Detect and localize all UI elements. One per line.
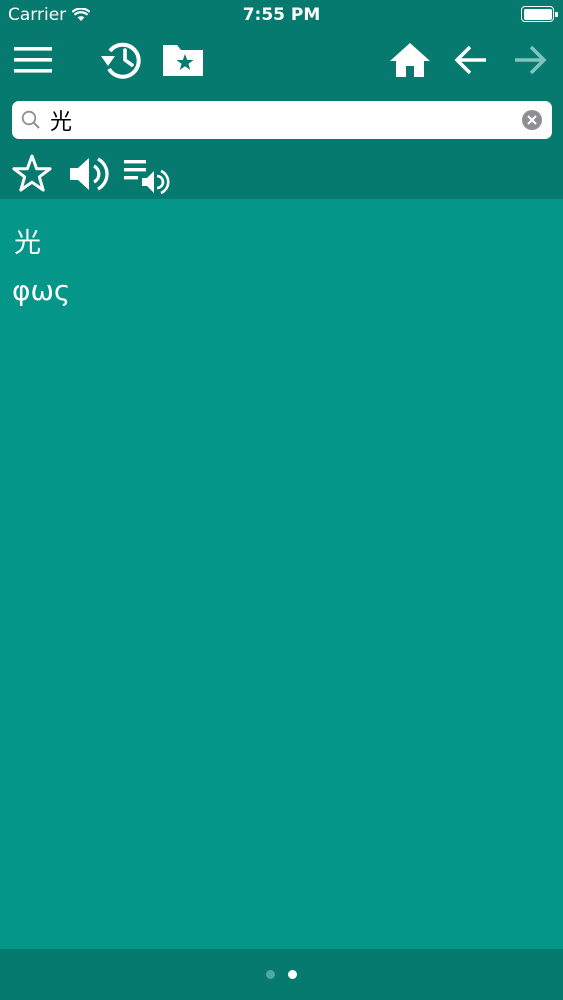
entry-actions bbox=[0, 152, 563, 196]
back-button[interactable] bbox=[449, 36, 493, 84]
entry-word: 光 bbox=[14, 228, 41, 259]
search-input[interactable] bbox=[50, 101, 520, 139]
search-bar bbox=[12, 101, 552, 139]
history-icon bbox=[101, 42, 141, 79]
page-dot-1[interactable] bbox=[266, 970, 275, 979]
close-icon bbox=[527, 115, 537, 125]
forward-button[interactable] bbox=[508, 36, 552, 84]
entry-translation: φως bbox=[12, 274, 71, 307]
navigation-toolbar bbox=[0, 36, 563, 84]
status-time: 7:55 PM bbox=[242, 5, 321, 25]
speaker-icon bbox=[70, 157, 109, 191]
forward-arrow-icon bbox=[515, 45, 547, 75]
home-button[interactable] bbox=[386, 36, 434, 84]
history-button[interactable] bbox=[98, 36, 146, 84]
search-icon bbox=[21, 110, 40, 129]
playlist-speaker-icon bbox=[124, 160, 170, 194]
page-footer bbox=[0, 949, 563, 1000]
home-icon bbox=[390, 43, 430, 77]
top-bar: Carrier 7:55 PM bbox=[0, 0, 563, 199]
pronounce-button[interactable] bbox=[68, 152, 112, 196]
favorites-folder-icon bbox=[163, 45, 203, 76]
menu-button[interactable] bbox=[10, 36, 56, 84]
star-icon bbox=[12, 154, 52, 192]
page-dot-2-current[interactable] bbox=[288, 970, 297, 979]
favorite-button[interactable] bbox=[10, 152, 54, 196]
battery-icon bbox=[521, 6, 558, 22]
clear-search-button[interactable] bbox=[522, 110, 542, 130]
play-list-button[interactable] bbox=[122, 152, 170, 196]
page-indicator[interactable] bbox=[0, 970, 563, 979]
entry-content: 光 φως bbox=[0, 199, 563, 949]
status-bar: Carrier 7:55 PM bbox=[0, 0, 563, 30]
back-arrow-icon bbox=[454, 45, 486, 75]
menu-icon bbox=[14, 47, 52, 73]
favorites-button[interactable] bbox=[160, 36, 206, 84]
